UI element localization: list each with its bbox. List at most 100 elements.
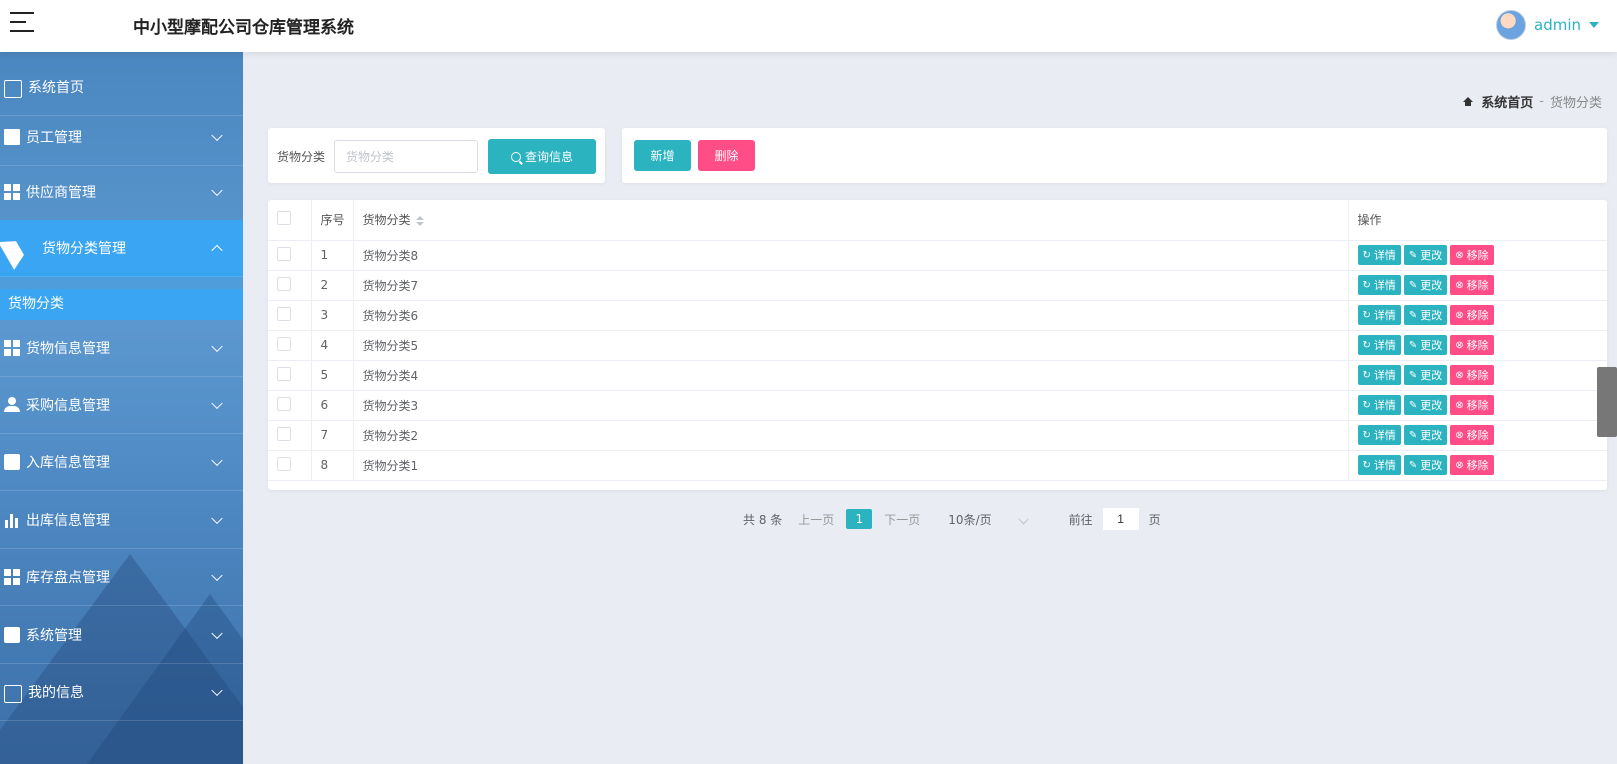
- user-icon: [4, 397, 20, 413]
- row-checkbox[interactable]: [277, 456, 291, 471]
- edit-button[interactable]: ✎ 更改: [1403, 305, 1448, 325]
- remove-button[interactable]: ⊗ 移除: [1450, 335, 1494, 355]
- remove-button[interactable]: ⊗ 移除: [1450, 275, 1494, 295]
- sidebar-item-label: 员工管理: [26, 130, 82, 146]
- sidebar-item-home[interactable]: 系统首页: [0, 59, 243, 116]
- user-menu[interactable]: admin: [1496, 10, 1599, 40]
- pager-prev-button[interactable]: 上一页: [798, 511, 834, 528]
- row-checkbox[interactable]: [277, 396, 291, 411]
- pager-goto-suffix: 页: [1148, 512, 1161, 527]
- category-search-input[interactable]: [334, 140, 478, 173]
- remove-button[interactable]: ⊗ 移除: [1450, 245, 1494, 265]
- edit-button[interactable]: ✎ 更改: [1403, 395, 1448, 415]
- row-category: 货物分类4: [353, 360, 1349, 391]
- chevron-down-icon: [211, 397, 223, 410]
- refresh-icon: ↻: [1362, 399, 1371, 411]
- pencil-icon: ✎: [1408, 339, 1418, 351]
- detail-label: 详情: [1373, 309, 1396, 322]
- sidebar-item-system[interactable]: 系统管理: [0, 607, 243, 664]
- caret-down-icon[interactable]: [1589, 22, 1599, 28]
- row-checkbox[interactable]: [277, 306, 291, 321]
- detail-button[interactable]: ↻ 详情: [1357, 365, 1401, 385]
- row-checkbox[interactable]: [277, 246, 291, 261]
- row-ops: ↻ 详情 ✎ 更改 ⊗ 移除: [1348, 450, 1607, 481]
- chevron-up-icon: [211, 244, 223, 257]
- sidebar-item-stock-out[interactable]: 出库信息管理: [0, 492, 243, 549]
- table-header-row: 序号 货物分类 操作: [268, 200, 1607, 241]
- table-row: 1 货物分类8 ↻ 详情 ✎ 更改 ⊗ 移除: [268, 240, 1607, 271]
- table-body: 1 货物分类8 ↻ 详情 ✎ 更改 ⊗ 移除 2 货物分类7 ↻ 详情 ✎ 更改 ⊗ 移除 …: [268, 240, 1607, 481]
- edit-button[interactable]: ✎ 更改: [1403, 425, 1448, 445]
- menu-toggle-icon[interactable]: [10, 12, 34, 36]
- chevron-down-icon: [211, 569, 223, 582]
- detail-label: 详情: [1373, 459, 1396, 472]
- sidebar-item-purchase[interactable]: 采购信息管理: [0, 377, 243, 434]
- grid-icon: [4, 340, 20, 356]
- sidebar-item-inventory[interactable]: 库存盘点管理: [0, 549, 243, 606]
- remove-button[interactable]: ⊗ 移除: [1450, 365, 1494, 385]
- row-checkbox[interactable]: [277, 336, 291, 351]
- row-ops: ↻ 详情 ✎ 更改 ⊗ 移除: [1348, 300, 1607, 331]
- row-checkbox[interactable]: [277, 276, 291, 291]
- remove-circle-icon: ⊗: [1455, 399, 1464, 411]
- chevron-down-icon: [211, 627, 223, 640]
- row-ops: ↻ 详情 ✎ 更改 ⊗ 移除: [1348, 240, 1607, 271]
- pager-goto-input[interactable]: [1102, 508, 1139, 530]
- query-button[interactable]: 查询信息: [488, 139, 596, 174]
- remove-button[interactable]: ⊗ 移除: [1450, 455, 1494, 475]
- sidebar-item-categories[interactable]: 货物分类管理: [0, 220, 243, 277]
- sidebar-subitem-category[interactable]: 货物分类: [0, 289, 243, 320]
- edit-button[interactable]: ✎ 更改: [1403, 455, 1448, 475]
- pencil-icon: ✎: [1408, 369, 1418, 381]
- page-size-select[interactable]: 10条/页: [948, 511, 1029, 528]
- add-button[interactable]: 新增: [634, 140, 691, 171]
- remove-circle-icon: ⊗: [1455, 309, 1464, 321]
- sidebar-item-label: 货物信息管理: [26, 341, 110, 357]
- column-header-category[interactable]: 货物分类: [353, 200, 1349, 241]
- detail-button[interactable]: ↻ 详情: [1357, 395, 1401, 415]
- remove-button[interactable]: ⊗ 移除: [1450, 395, 1494, 415]
- edit-button[interactable]: ✎ 更改: [1403, 275, 1448, 295]
- edit-label: 更改: [1420, 309, 1443, 322]
- pager-page-1[interactable]: 1: [846, 509, 873, 529]
- sort-icon[interactable]: [415, 215, 424, 226]
- sidebar-item-employees[interactable]: 员工管理: [0, 109, 243, 166]
- page-scrollbar[interactable]: [1597, 367, 1617, 437]
- edit-label: 更改: [1420, 339, 1443, 352]
- detail-button[interactable]: ↻ 详情: [1357, 305, 1401, 325]
- remove-label: 移除: [1466, 399, 1489, 412]
- avatar[interactable]: [1496, 10, 1526, 40]
- row-checkbox[interactable]: [277, 366, 291, 381]
- detail-button[interactable]: ↻ 详情: [1357, 245, 1401, 265]
- home-icon: [1463, 97, 1474, 106]
- breadcrumb-home[interactable]: 系统首页: [1481, 92, 1533, 111]
- edit-button[interactable]: ✎ 更改: [1403, 245, 1448, 265]
- action-panel: 新增 删除: [622, 128, 1607, 183]
- remove-circle-icon: ⊗: [1455, 429, 1464, 441]
- sidebar-item-stock-in[interactable]: 入库信息管理: [0, 434, 243, 491]
- delete-button[interactable]: 删除: [698, 140, 755, 171]
- edit-button[interactable]: ✎ 更改: [1403, 365, 1448, 385]
- select-all-checkbox[interactable]: [277, 211, 291, 226]
- chevron-down-icon: [211, 184, 223, 197]
- table-row: 4 货物分类5 ↻ 详情 ✎ 更改 ⊗ 移除: [268, 330, 1607, 361]
- detail-button[interactable]: ↻ 详情: [1357, 455, 1401, 475]
- detail-button[interactable]: ↻ 详情: [1357, 425, 1401, 445]
- sidebar-item-goods[interactable]: 货物信息管理: [0, 320, 243, 377]
- detail-button[interactable]: ↻ 详情: [1357, 275, 1401, 295]
- pager-next-button[interactable]: 下一页: [884, 511, 920, 528]
- chevron-down-icon: [211, 129, 223, 142]
- sidebar-item-suppliers[interactable]: 供应商管理: [0, 164, 243, 221]
- row-index: 7: [311, 420, 354, 451]
- user-name[interactable]: admin: [1534, 16, 1581, 34]
- detail-button[interactable]: ↻ 详情: [1357, 335, 1401, 355]
- remove-circle-icon: ⊗: [1455, 459, 1464, 471]
- sidebar-item-profile[interactable]: 我的信息: [0, 664, 243, 721]
- remove-button[interactable]: ⊗ 移除: [1450, 425, 1494, 445]
- remove-button[interactable]: ⊗ 移除: [1450, 305, 1494, 325]
- row-checkbox[interactable]: [277, 426, 291, 441]
- edit-button[interactable]: ✎ 更改: [1403, 335, 1448, 355]
- row-index: 6: [311, 390, 354, 421]
- edit-label: 更改: [1420, 459, 1443, 472]
- table-row: 3 货物分类6 ↻ 详情 ✎ 更改 ⊗ 移除: [268, 300, 1607, 331]
